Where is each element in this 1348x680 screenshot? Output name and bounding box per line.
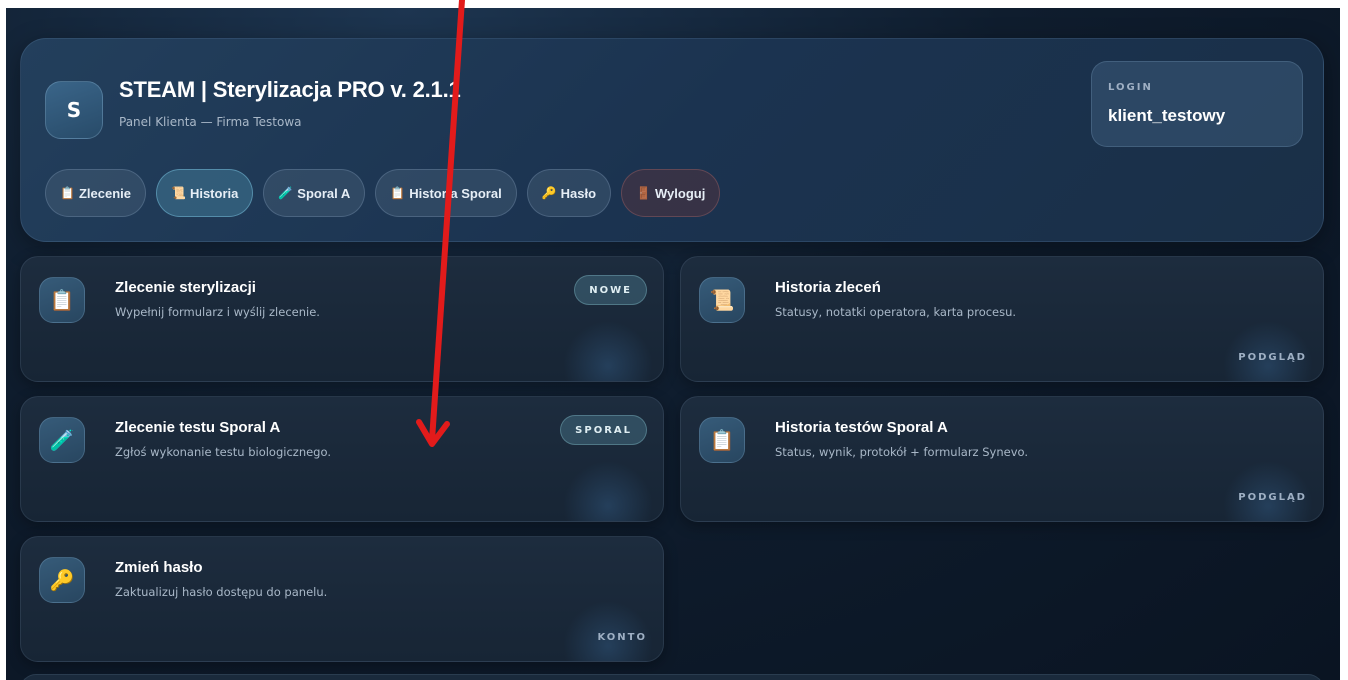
- card-glow: [563, 321, 653, 381]
- card-glow: [563, 461, 653, 521]
- page-edge: [1340, 8, 1348, 680]
- key-icon: 🔑: [39, 557, 85, 603]
- clipboard-icon: 📋: [699, 417, 745, 463]
- page-title: STEAM | Sterylizacja PRO v. 2.1.1: [119, 77, 461, 102]
- test-tube-icon: 🧪: [278, 186, 294, 200]
- card-title: Zlecenie testu Sporal A: [115, 419, 281, 436]
- nav-label: Hasło: [560, 185, 597, 201]
- clipboard-icon: 📋: [390, 186, 406, 200]
- nav-label: Sporal A: [297, 185, 351, 201]
- badge-sporal: SPORAL: [560, 415, 647, 445]
- login-label: LOGIN: [1108, 82, 1153, 93]
- card-tag-podglad: PODGLĄD: [1238, 352, 1307, 363]
- door-icon: 🚪: [636, 186, 652, 200]
- footer-panel: [20, 674, 1324, 680]
- card-zlecenie-sterylizacji[interactable]: 📋 Zlecenie sterylizacji Wypełnij formula…: [20, 256, 664, 382]
- badge-nowe: NOWE: [574, 275, 647, 305]
- header-panel: S STEAM | Sterylizacja PRO v. 2.1.1 Pane…: [20, 38, 1324, 242]
- card-title: Historia zleceń: [775, 279, 881, 296]
- nav-label: Historia Sporal: [409, 185, 502, 201]
- app-viewport: S STEAM | Sterylizacja PRO v. 2.1.1 Pane…: [6, 8, 1340, 680]
- card-zmien-haslo[interactable]: 🔑 Zmień hasło Zaktualizuj hasło dostępu …: [20, 536, 664, 662]
- card-description: Status, wynik, protokół + formularz Syne…: [775, 445, 1029, 459]
- login-info-box: LOGIN klient_testowy: [1091, 61, 1303, 147]
- card-historia-zlecen[interactable]: 📜 Historia zleceń Statusy, notatki opera…: [680, 256, 1324, 382]
- nav-label: Zlecenie: [78, 185, 131, 201]
- nav-haslo-button[interactable]: 🔑 Hasło: [526, 169, 612, 217]
- card-tag-podglad: PODGLĄD: [1238, 492, 1307, 503]
- card-title: Zlecenie sterylizacji: [115, 279, 256, 296]
- card-description: Statusy, notatki operatora, karta proces…: [775, 305, 1017, 319]
- clipboard-icon: 📋: [60, 186, 75, 200]
- card-historia-sporal[interactable]: 📋 Historia testów Sporal A Status, wynik…: [680, 396, 1324, 522]
- scroll-icon: 📜: [699, 277, 745, 323]
- nav-historia-button[interactable]: 📜 Historia: [155, 169, 254, 217]
- clipboard-icon: 📋: [39, 277, 85, 323]
- card-tag-konto: KONTO: [597, 632, 647, 643]
- login-username: klient_testowy: [1108, 106, 1226, 125]
- card-title: Historia testów Sporal A: [775, 419, 948, 436]
- card-zlecenie-sporal[interactable]: 🧪 Zlecenie testu Sporal A Zgłoś wykonani…: [20, 396, 664, 522]
- card-description: Zaktualizuj hasło dostępu do panelu.: [115, 585, 328, 599]
- scroll-icon: 📜: [170, 186, 186, 200]
- nav-historia-sporal-button[interactable]: 📋 Historia Sporal: [375, 169, 517, 217]
- card-description: Wypełnij formularz i wyślij zlecenie.: [115, 305, 320, 319]
- nav-logout-button[interactable]: 🚪 Wyloguj: [621, 169, 721, 217]
- test-tube-icon: 🧪: [39, 417, 85, 463]
- nav-label: Historia: [189, 185, 239, 201]
- key-icon: 🔑: [541, 186, 557, 200]
- logo-badge: S: [45, 81, 103, 139]
- nav-sporal-button[interactable]: 🧪 Sporal A: [263, 169, 366, 217]
- nav-label: Wyloguj: [655, 185, 706, 201]
- page-subtitle: Panel Klienta — Firma Testowa: [119, 115, 302, 129]
- card-title: Zmień hasło: [115, 559, 203, 576]
- nav-bar: 📋 Zlecenie 📜 Historia 🧪 Sporal A 📋 Histo…: [45, 169, 721, 217]
- card-description: Zgłoś wykonanie testu biologicznego.: [115, 445, 331, 459]
- nav-zlecenie-button[interactable]: 📋 Zlecenie: [45, 169, 146, 217]
